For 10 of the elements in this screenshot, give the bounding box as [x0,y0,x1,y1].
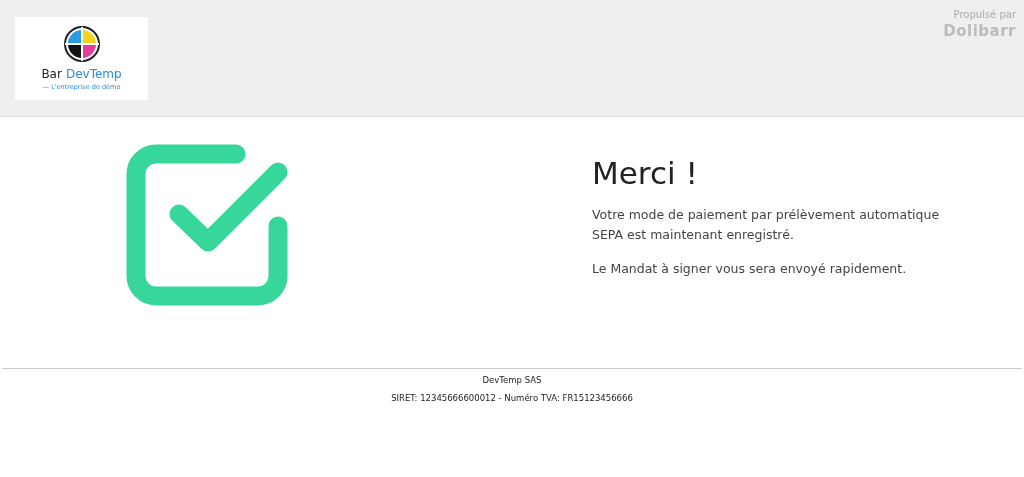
logo-icon [62,25,101,63]
logo-name: DevTemp [65,67,122,81]
company-name: DevTemp SAS [482,375,542,385]
thank-you-title: Merci ! [592,155,699,191]
message-text: Votre mode de paiement par prélèvement automatique SEPA est maintenant enregistré. [592,206,941,244]
message-text: Le Mandat à signer vous sera envoyé rapidement. [592,260,908,278]
logo-name: Bar [41,67,62,81]
checkmark-icon [126,144,290,306]
powered-by-label: Propulsé par [953,9,1016,20]
legal-info: SIRET: 12345666600012 - Numéro TVA: FR15123456666 [391,393,633,403]
